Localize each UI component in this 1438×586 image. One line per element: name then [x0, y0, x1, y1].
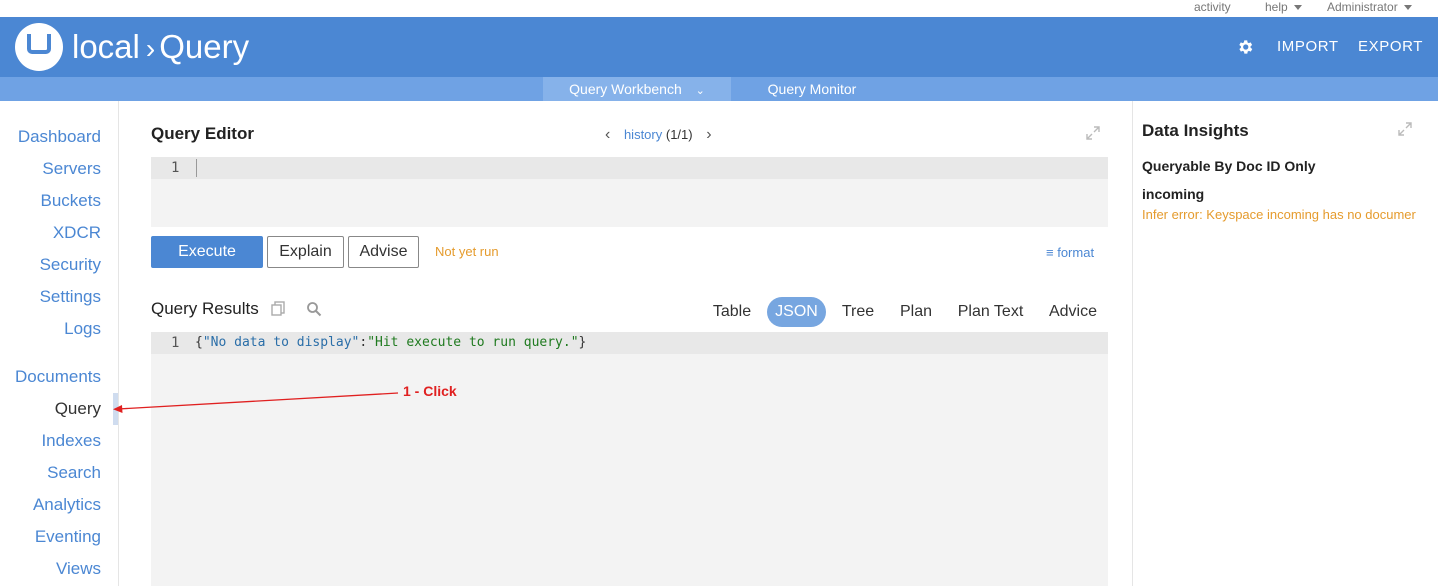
- sidebar-item-buckets[interactable]: Buckets: [41, 191, 101, 211]
- user-menu[interactable]: Administrator: [1327, 0, 1412, 14]
- insights-subtitle: Queryable By Doc ID Only: [1142, 158, 1316, 174]
- annotation-arrow: [113, 392, 399, 413]
- tab-table[interactable]: Table: [703, 297, 761, 327]
- query-editor-title: Query Editor: [151, 124, 254, 143]
- top-utility-bar: activity help Administrator: [0, 0, 1438, 17]
- history-link[interactable]: history: [624, 127, 662, 142]
- infer-error: Infer error: Keyspace incoming has no do…: [1142, 207, 1416, 222]
- bucket-name[interactable]: incoming: [1142, 186, 1204, 202]
- tab-query-monitor[interactable]: Query Monitor: [748, 77, 876, 101]
- data-insights-panel: Data Insights Queryable By Doc ID Only i…: [1132, 101, 1438, 586]
- sidebar-item-views[interactable]: Views: [56, 559, 101, 579]
- tab-plan-text[interactable]: Plan Text: [950, 297, 1031, 327]
- sidebar: Dashboard Servers Buckets XDCR Security …: [0, 101, 119, 586]
- tab-advice[interactable]: Advice: [1041, 297, 1105, 327]
- sidebar-item-settings[interactable]: Settings: [40, 287, 101, 307]
- line-number: 1: [171, 335, 180, 351]
- expand-icon[interactable]: [1086, 126, 1100, 140]
- chevron-down-icon: [1293, 5, 1302, 11]
- breadcrumb-cluster[interactable]: local: [72, 28, 140, 65]
- help-menu[interactable]: help: [1265, 0, 1302, 14]
- expand-icon[interactable]: [1398, 122, 1412, 136]
- data-insights-title: Data Insights: [1142, 121, 1249, 140]
- query-editor[interactable]: 1: [151, 157, 1108, 227]
- couchbase-logo[interactable]: [15, 23, 63, 71]
- search-icon[interactable]: [306, 301, 322, 317]
- format-label: format: [1057, 245, 1095, 260]
- json-brace: }: [578, 335, 587, 350]
- sidebar-item-dashboard[interactable]: Dashboard: [18, 127, 101, 147]
- tab-tree[interactable]: Tree: [834, 297, 882, 327]
- history-count: (1/1): [665, 127, 693, 142]
- tab-plan[interactable]: Plan: [893, 297, 939, 327]
- sidebar-item-security[interactable]: Security: [40, 255, 101, 275]
- chevron-left-icon[interactable]: ‹: [605, 126, 610, 143]
- line-number: 1: [171, 160, 180, 176]
- json-brace: {: [195, 335, 203, 350]
- app-header: local › Query IMPORT EXPORT: [0, 17, 1438, 77]
- sidebar-item-analytics[interactable]: Analytics: [33, 495, 101, 515]
- activity-link[interactable]: activity: [1194, 0, 1231, 14]
- format-button[interactable]: ≡ format: [1046, 245, 1094, 260]
- chevron-right-icon[interactable]: ›: [706, 126, 711, 143]
- sub-navigation: Query Workbench ⌄ Query Monitor: [0, 77, 1438, 101]
- chevron-down-icon: [1403, 5, 1412, 11]
- help-label: help: [1265, 0, 1288, 14]
- explain-button[interactable]: Explain: [267, 236, 344, 268]
- format-lines-icon: ≡: [1046, 245, 1054, 260]
- sidebar-item-indexes[interactable]: Indexes: [41, 431, 101, 451]
- user-label: Administrator: [1327, 0, 1398, 14]
- sidebar-item-documents[interactable]: Documents: [15, 367, 101, 387]
- sidebar-item-logs[interactable]: Logs: [64, 319, 101, 339]
- sidebar-item-servers[interactable]: Servers: [42, 159, 101, 179]
- tab-query-workbench[interactable]: Query Workbench ⌄: [543, 77, 731, 101]
- page-title: Query: [159, 28, 250, 65]
- gear-icon[interactable]: [1236, 38, 1254, 56]
- breadcrumb: local › Query: [72, 27, 249, 69]
- import-button[interactable]: IMPORT: [1277, 17, 1339, 77]
- bucket-label: incoming: [1142, 186, 1205, 202]
- execute-button[interactable]: Execute: [151, 236, 263, 268]
- annotation-label: 1 - Click: [403, 383, 457, 399]
- tab-label: Query Workbench: [569, 81, 682, 97]
- sidebar-item-xdcr[interactable]: XDCR: [53, 223, 101, 243]
- sidebar-item-eventing[interactable]: Eventing: [35, 527, 101, 547]
- text-cursor: [196, 159, 197, 177]
- chevron-down-icon: ⌄: [695, 85, 705, 97]
- copy-icon[interactable]: [270, 300, 287, 317]
- sidebar-item-search[interactable]: Search: [47, 463, 101, 483]
- advise-button[interactable]: Advise: [348, 236, 419, 268]
- history-nav: ‹ history (1/1) ›: [605, 126, 712, 144]
- results-viewer[interactable]: 1 {"No data to display":"Hit execute to …: [151, 332, 1108, 586]
- json-output: {"No data to display":"Hit execute to ru…: [195, 335, 586, 350]
- json-key: "No data to display": [202, 335, 360, 350]
- export-button[interactable]: EXPORT: [1358, 17, 1423, 77]
- json-value: "Hit execute to run query.": [367, 335, 579, 350]
- tab-json[interactable]: JSON: [767, 297, 826, 327]
- chevron-right-icon: ›: [145, 33, 156, 64]
- sidebar-item-query[interactable]: Query: [55, 399, 101, 419]
- query-results-title: Query Results: [151, 299, 259, 318]
- query-status: Not yet run: [435, 244, 499, 259]
